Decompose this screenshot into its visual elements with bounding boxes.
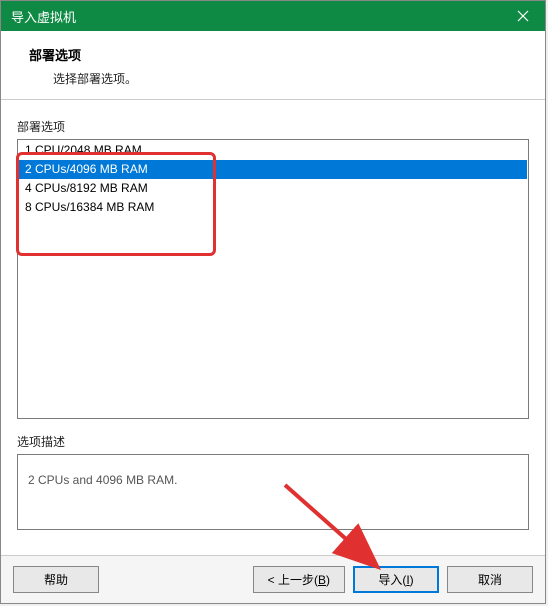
help-button[interactable]: 帮助 <box>13 566 99 593</box>
description-group: 选项描述 2 CPUs and 4096 MB RAM. <box>17 433 529 530</box>
main-content: 部署选项 1 CPU/2048 MB RAM2 CPUs/4096 MB RAM… <box>1 100 545 555</box>
options-listbox[interactable]: 1 CPU/2048 MB RAM2 CPUs/4096 MB RAM4 CPU… <box>17 139 529 419</box>
titlebar: 导入虚拟机 <box>1 1 545 31</box>
options-group-label: 部署选项 <box>17 118 529 135</box>
list-item[interactable]: 4 CPUs/8192 MB RAM <box>19 179 527 198</box>
back-button[interactable]: < 上一步(B) <box>253 566 345 593</box>
description-group-label: 选项描述 <box>17 433 529 450</box>
close-icon <box>517 10 529 22</box>
page-subtitle: 选择部署选项。 <box>29 70 525 87</box>
page-title: 部署选项 <box>29 45 525 64</box>
dialog-window: 导入虚拟机 部署选项 选择部署选项。 部署选项 1 CPU/2048 MB RA… <box>0 0 546 604</box>
close-button[interactable] <box>501 1 545 31</box>
wizard-header: 部署选项 选择部署选项。 <box>1 31 545 100</box>
dialog-footer: 帮助 < 上一步(B) 导入(I) 取消 <box>1 555 545 603</box>
list-item[interactable]: 2 CPUs/4096 MB RAM <box>19 160 527 179</box>
window-title: 导入虚拟机 <box>11 7 501 26</box>
description-text: 2 CPUs and 4096 MB RAM. <box>17 454 529 530</box>
import-button[interactable]: 导入(I) <box>353 566 439 593</box>
list-item[interactable]: 8 CPUs/16384 MB RAM <box>19 198 527 217</box>
list-item[interactable]: 1 CPU/2048 MB RAM <box>19 141 527 160</box>
cancel-button[interactable]: 取消 <box>447 566 533 593</box>
